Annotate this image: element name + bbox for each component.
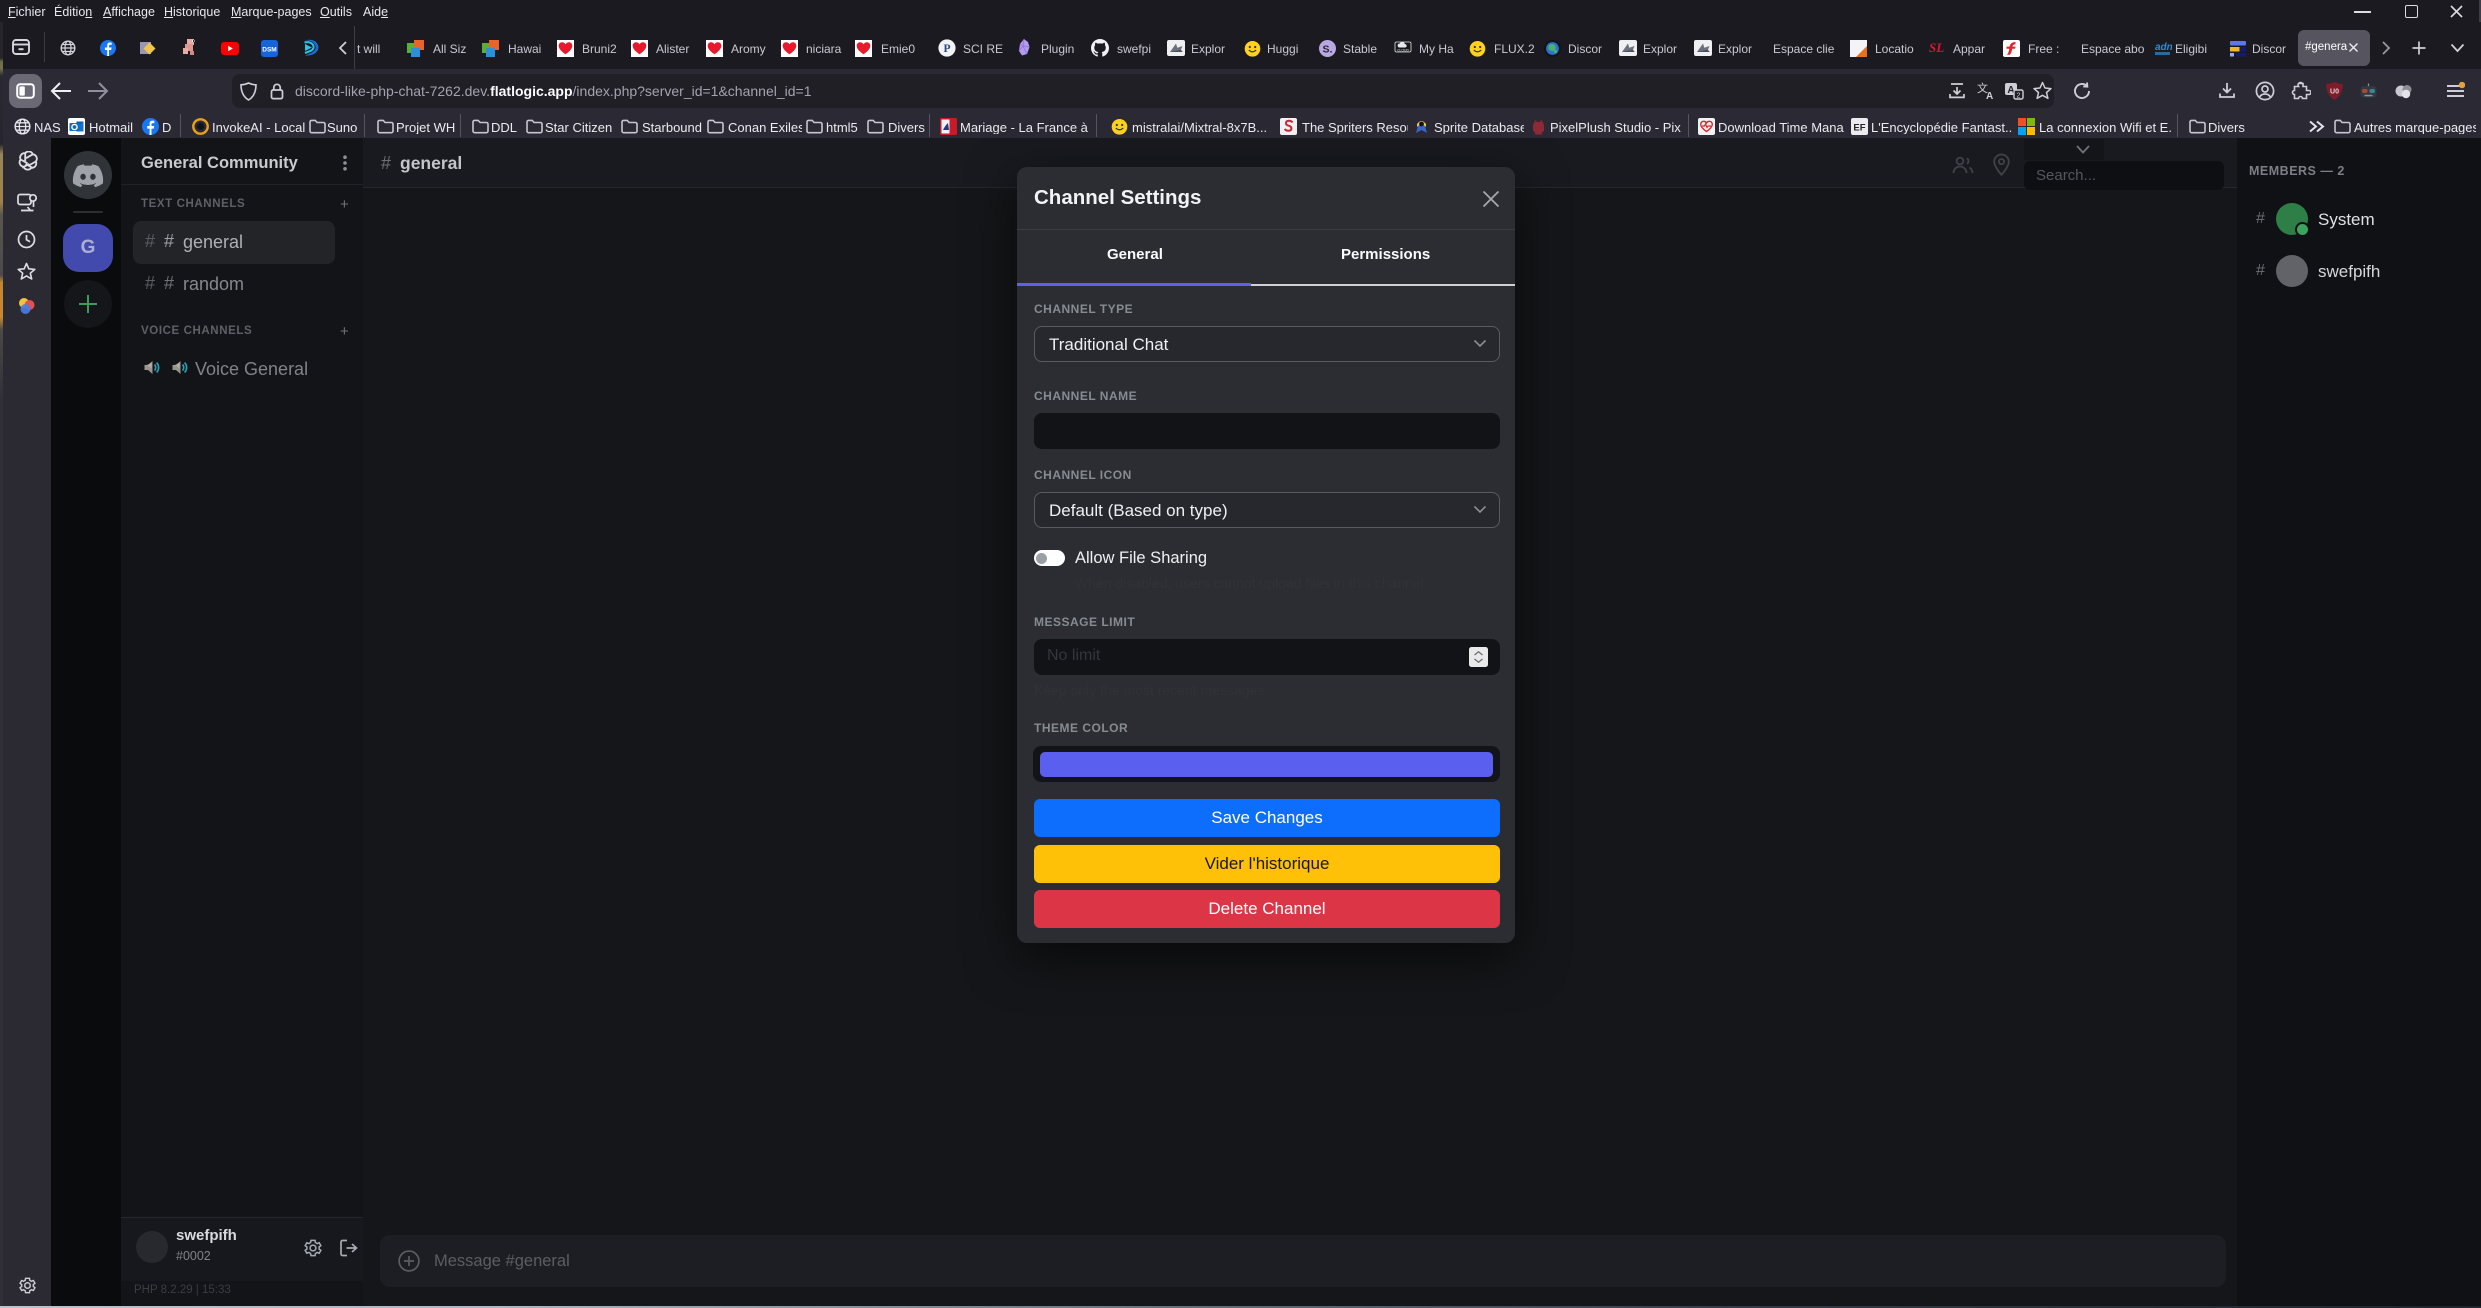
- svg-text:CLOUD: CLOUD: [1397, 49, 1409, 53]
- svg-text:S.: S.: [1323, 44, 1333, 56]
- svg-text:DSM: DSM: [262, 47, 276, 54]
- svg-text:A: A: [1986, 91, 1993, 101]
- svg-text:SL: SL: [1929, 40, 1944, 55]
- svg-text:EF: EF: [1853, 123, 1865, 134]
- svg-text:adn: adn: [2155, 42, 2172, 53]
- svg-text:2: 2: [2017, 93, 2021, 100]
- svg-text:P: P: [943, 43, 950, 55]
- svg-text:U0: U0: [2330, 89, 2339, 96]
